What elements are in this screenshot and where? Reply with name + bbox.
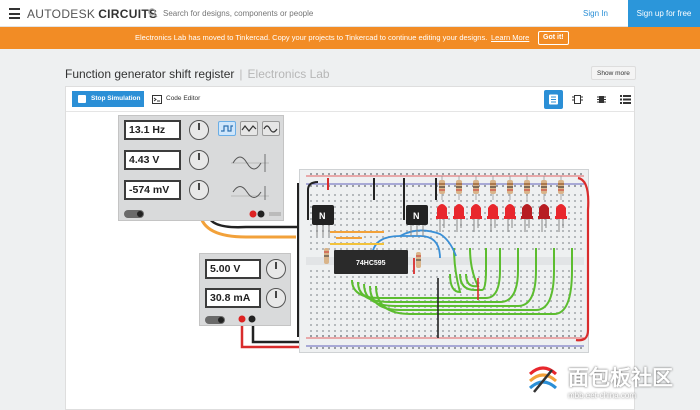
ps-negative-terminal[interactable] (248, 315, 256, 323)
resistor-vertical-right[interactable] (416, 252, 421, 268)
notice-banner: Electronics Lab has moved to Tinkercad. … (0, 27, 700, 49)
square-wave-icon (221, 125, 233, 132)
resistor[interactable] (524, 176, 530, 200)
frequency-knob[interactable] (189, 120, 209, 140)
fg-terminals (249, 210, 281, 218)
blue-wire-2[interactable] (399, 229, 457, 257)
resistor[interactable] (490, 176, 496, 200)
red-supply-wire[interactable] (240, 323, 306, 349)
project-subtitle[interactable]: Electronics Lab (248, 67, 330, 81)
fg-negative-terminal[interactable] (257, 210, 265, 218)
watermark-text: 面包板社区 (568, 367, 673, 390)
sine-wave-icon (263, 125, 278, 133)
fg-positive-terminal[interactable] (249, 210, 257, 218)
power-supply[interactable]: 5.00 V 30.8 mA (199, 253, 291, 326)
offset-wave-icon (231, 186, 269, 200)
search-bar[interactable] (146, 4, 446, 23)
square-wave-button[interactable] (218, 121, 236, 136)
brand-logo[interactable]: AUTODESK CIRCUITS (27, 7, 157, 21)
triangle-wave-button[interactable] (240, 121, 258, 136)
breadboard-drawing: N N 74HC595 (306, 173, 590, 349)
watermark-url: mbb.eet-china.com (568, 391, 637, 400)
power-supply-switch[interactable] (205, 316, 225, 324)
resistor[interactable] (507, 176, 513, 200)
brand-prefix: AUTODESK (27, 7, 96, 21)
search-input[interactable] (163, 6, 433, 21)
top-header: AUTODESKCIRCUITS Sign In Sign up for fre… (0, 0, 700, 27)
sine-wave-button[interactable] (262, 121, 280, 136)
sign-in-link[interactable]: Sign In (583, 9, 608, 18)
voltage-knob[interactable] (266, 259, 286, 279)
svg-text:N: N (319, 211, 326, 221)
menu-icon[interactable] (9, 8, 20, 19)
triangle-wave-icon (241, 125, 257, 132)
amplitude-knob[interactable] (189, 150, 209, 170)
resistor[interactable] (456, 176, 462, 200)
project-title: Function generator shift register (65, 67, 235, 81)
app-window: AUTODESKCIRCUITS Sign In Sign up for fre… (0, 0, 700, 410)
banner-message: Electronics Lab has moved to Tinkercad. … (135, 33, 488, 42)
watermark-logo (522, 360, 564, 402)
breadboard[interactable]: N N 74HC595 (299, 169, 590, 353)
resistor[interactable] (473, 176, 479, 200)
ps-positive-terminal[interactable] (238, 315, 246, 323)
led[interactable] (555, 204, 567, 232)
learn-more-link[interactable]: Learn More (491, 27, 529, 49)
resistor[interactable] (558, 176, 564, 200)
current-knob[interactable] (266, 288, 286, 308)
watermark: 面包板社区 mbb.eet-china.com (520, 356, 700, 410)
led[interactable] (436, 204, 448, 232)
led[interactable] (487, 204, 499, 232)
function-generator[interactable]: 13.1 Hz 4.43 V -574 mV (118, 115, 284, 221)
resistor[interactable] (541, 176, 547, 200)
led[interactable] (504, 204, 516, 232)
svg-text:N: N (413, 211, 420, 221)
resistors[interactable] (439, 176, 564, 200)
sign-up-button[interactable]: Sign up for free (628, 0, 700, 27)
voltage-display: 5.00 V (205, 259, 261, 279)
led-row[interactable] (436, 204, 567, 232)
amplitude-display: 4.43 V (124, 150, 181, 170)
frequency-display: 13.1 Hz (124, 120, 181, 140)
led[interactable] (453, 204, 465, 232)
current-display: 30.8 mA (205, 288, 261, 308)
led[interactable] (470, 204, 482, 232)
led[interactable] (521, 204, 533, 232)
show-more-button[interactable]: Show more (591, 66, 636, 80)
project-title-bar: Function generator shift register | Electr… (65, 67, 330, 81)
ps-terminals (238, 315, 256, 323)
offset-knob[interactable] (189, 180, 209, 200)
title-separator: | (239, 67, 243, 81)
led[interactable] (538, 204, 550, 232)
resistor[interactable] (439, 176, 445, 200)
shift-register-ic[interactable]: 74HC595 (334, 250, 408, 274)
function-generator-power-switch[interactable] (124, 210, 144, 218)
search-icon (148, 8, 158, 18)
ic-label: 74HC595 (356, 260, 386, 267)
amplitude-wave-icon (231, 154, 269, 172)
resistor-vertical-left[interactable] (324, 248, 329, 264)
offset-display: -574 mV (124, 180, 181, 200)
got-it-button[interactable]: Got it! (538, 31, 569, 45)
